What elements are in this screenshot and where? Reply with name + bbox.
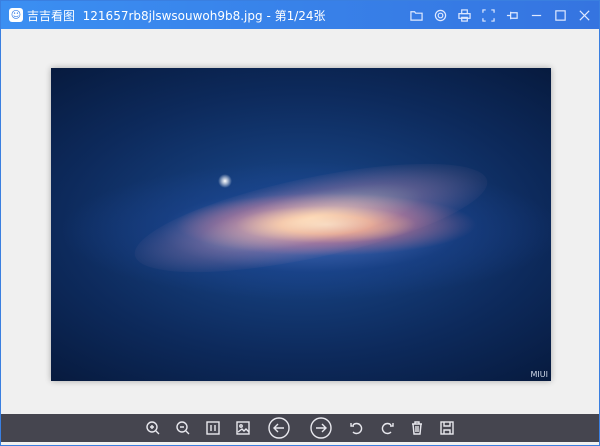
- fullscreen-button[interactable]: [479, 6, 497, 24]
- print-icon: [457, 8, 471, 22]
- zoom-in-button[interactable]: [142, 417, 164, 439]
- window-title: 吉吉看图 121657rb8jlswsouwoh9b8.jpg - 第1/24张: [27, 8, 326, 23]
- maximize-button[interactable]: [551, 6, 569, 24]
- open-folder-button[interactable]: [407, 6, 425, 24]
- delete-button[interactable]: [406, 417, 428, 439]
- rotate-right-button[interactable]: [376, 417, 398, 439]
- arrow-left-circle-icon: [268, 417, 290, 439]
- settings-button[interactable]: [431, 6, 449, 24]
- actual-size-icon: [206, 421, 220, 435]
- print-button[interactable]: [455, 6, 473, 24]
- bright-star: [218, 174, 232, 188]
- bottom-toolbar: [1, 414, 599, 442]
- zoom-out-icon: [176, 421, 190, 435]
- title-bar: ☺ 吉吉看图 121657rb8jlswsouwoh9b8.jpg - 第1/2…: [1, 1, 599, 29]
- image-icon: [236, 421, 250, 435]
- previous-image-button[interactable]: [266, 415, 292, 441]
- displayed-image: MIUI: [51, 68, 551, 381]
- minimize-icon: [531, 14, 541, 16]
- rotate-right-icon: [381, 422, 394, 435]
- zoom-out-button[interactable]: [172, 417, 194, 439]
- rotate-left-icon: [350, 422, 363, 435]
- save-icon: [440, 421, 454, 435]
- next-image-button[interactable]: [308, 415, 334, 441]
- folder-icon: [409, 10, 423, 21]
- settings-icon: [434, 9, 446, 21]
- app-logo-icon: ☺: [9, 8, 23, 22]
- rotate-left-button[interactable]: [346, 417, 368, 439]
- trash-icon: [412, 421, 422, 435]
- arrow-right-circle-icon: [310, 417, 332, 439]
- pin-icon: [506, 11, 518, 19]
- zoom-in-icon: [146, 421, 160, 435]
- fit-image-button[interactable]: [232, 417, 254, 439]
- actual-size-button[interactable]: [202, 417, 224, 439]
- galaxy: [126, 141, 496, 295]
- fullscreen-icon: [481, 8, 495, 22]
- viewer-window: ☺ 吉吉看图 121657rb8jlswsouwoh9b8.jpg - 第1/2…: [0, 0, 600, 446]
- pin-button[interactable]: [503, 6, 521, 24]
- save-button[interactable]: [436, 417, 458, 439]
- image-watermark: MIUI: [530, 370, 548, 379]
- close-button[interactable]: [575, 6, 593, 24]
- maximize-icon: [554, 9, 566, 21]
- minimize-button[interactable]: [527, 6, 545, 24]
- close-icon: [578, 9, 590, 21]
